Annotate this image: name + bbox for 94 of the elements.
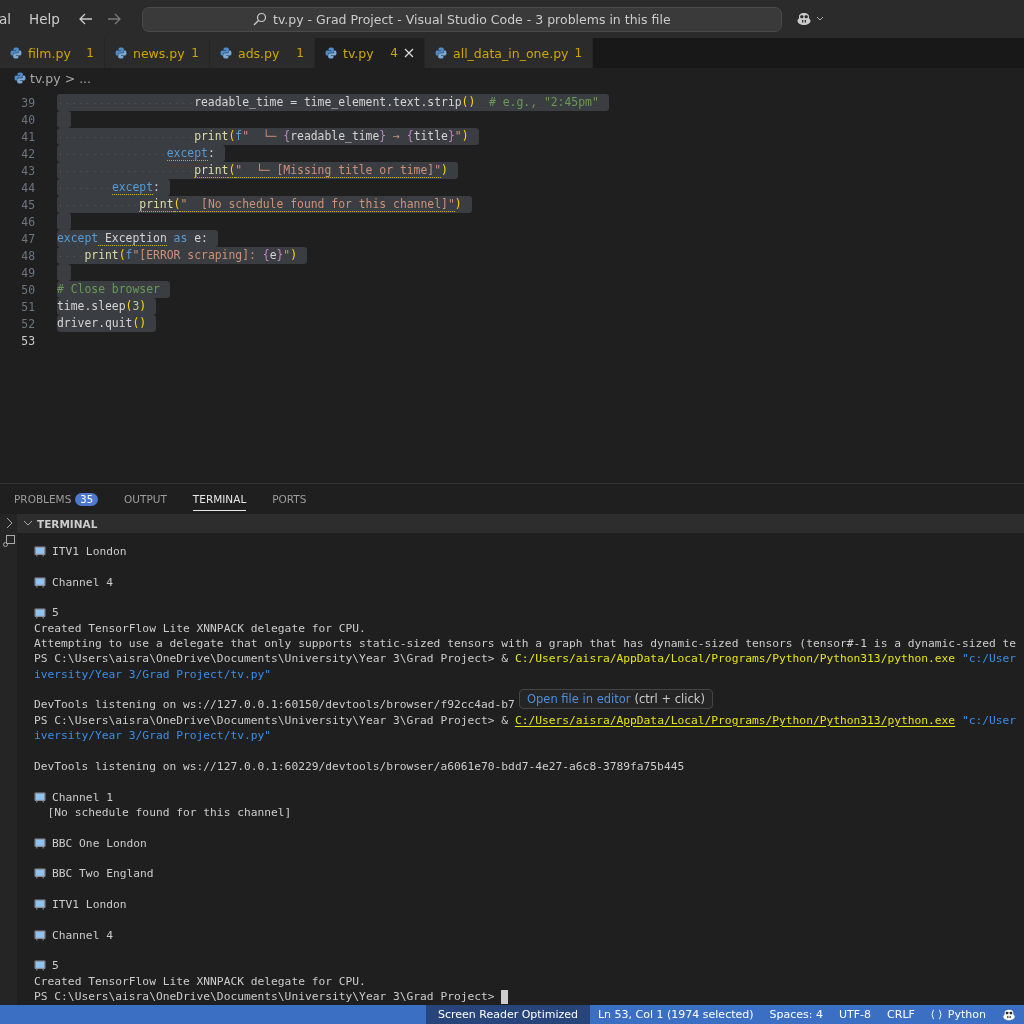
- terminal-prompt: PS C:\Users\aisra\OneDrive\Documents\University\Year 3\Grad Project>: [34, 988, 495, 1005]
- line-number: 42: [20, 146, 35, 161]
- terminal-path: "c:/User: [960, 651, 1017, 667]
- panel-tab[interactable]: PROBLEMS 35: [14, 486, 99, 512]
- terminal-output: Channel 4: [52, 574, 113, 591]
- terminal-output: [No schedule found for this channel]: [46, 804, 292, 821]
- line-number: 46: [20, 214, 35, 229]
- menu-item[interactable]: Help: [29, 11, 60, 27]
- language-mode[interactable]: Python: [922, 1005, 994, 1024]
- python-file-icon: [325, 47, 337, 59]
- line-number: 47: [20, 231, 35, 246]
- terminal-output: BBC One London: [52, 835, 147, 851]
- terminal-output: Channel 4: [52, 927, 113, 943]
- terminal-section-header[interactable]: TERMINAL: [17, 514, 1024, 533]
- television-icon: [34, 607, 46, 619]
- python-file-icon: [10, 47, 22, 59]
- television-icon: [34, 929, 46, 941]
- terminal-path: iversity/Year 3/Grad Project/tv.py": [34, 666, 272, 683]
- breadcrumb-item[interactable]: ...: [79, 70, 92, 86]
- terminal-output: 5: [52, 605, 59, 621]
- terminal-output: 5: [52, 958, 59, 974]
- terminal-output: Attempting to use a delegate that only supports static-sized tensors with a graph that has dynamic-sized tensors (tensor#-1 is a dynamic-sized te: [34, 636, 1017, 652]
- line-number: 41: [20, 129, 35, 144]
- chevron-down-icon: [815, 16, 824, 22]
- line-number: 50: [20, 282, 35, 297]
- television-icon: [34, 960, 46, 972]
- python-file-icon: [14, 72, 26, 84]
- terminal-path: "c:/User: [960, 712, 1017, 729]
- editor-tab[interactable]: film.py 1: [0, 38, 105, 68]
- executable-link[interactable]: C:/Users/aisra/AppData/Local/Programs/Python/Python313/python.exe: [514, 712, 956, 729]
- tooltip-hint: (ctrl + click): [634, 692, 705, 706]
- python-file-icon: [115, 47, 127, 59]
- braces-icon: [930, 1009, 942, 1020]
- python-file-icon: [435, 47, 447, 59]
- terminal-path: iversity/Year 3/Grad Project/tv.py": [34, 728, 272, 744]
- search-icon: [253, 12, 267, 26]
- chevron-right-icon[interactable]: [4, 517, 13, 529]
- line-number: 52: [20, 316, 35, 331]
- back-button[interactable]: [77, 11, 94, 27]
- editor-tab[interactable]: ads.py 1: [210, 38, 315, 68]
- close-icon[interactable]: [404, 48, 414, 58]
- panel-tab[interactable]: PORTS: [272, 487, 307, 511]
- status-item[interactable]: Spaces: 4: [761, 1005, 831, 1024]
- terminal-output: DevTools listening on ws://127.0.0.1:60229/devtools/browser/a6061e70-bdd7-4e27-a6c8-3789fa75b445: [34, 758, 685, 775]
- command-center[interactable]: tv.py - Grad Project - Visual Studio Code - 3 problems in this file: [141, 6, 782, 32]
- panel-tab[interactable]: TERMINAL: [192, 487, 247, 511]
- terminal-output: DevTools listening on ws://127.0.0.1:60150/devtools/browser/f92cc4ad-b7: [34, 697, 515, 713]
- copilot-icon: [1002, 1007, 1016, 1022]
- terminal-output: Created TensorFlow Lite XNNPACK delegate for CPU.: [34, 973, 366, 989]
- executable-link[interactable]: C:/Users/aisra/AppData/Local/Programs/Python/Python313/python.exe: [514, 651, 956, 667]
- python-file-icon: [220, 47, 232, 59]
- screen-reader-mode[interactable]: Screen Reader Optimized: [425, 1005, 590, 1024]
- terminal-output: ITV1 London: [52, 896, 127, 913]
- terminal-prompt: PS C:\Users\aisra\OneDrive\Documents\University\Year 3\Grad Project> &: [34, 651, 510, 667]
- television-icon: [34, 837, 46, 849]
- television-icon: [34, 868, 46, 880]
- status-item[interactable]: UTF-8: [831, 1005, 880, 1024]
- television-icon: [34, 899, 46, 911]
- television-icon: [34, 546, 46, 558]
- problem-count: 35: [75, 492, 99, 506]
- forward-button[interactable]: [105, 11, 122, 27]
- terminal-output: ITV1 London: [52, 544, 127, 560]
- copilot-icon: [795, 11, 812, 27]
- tooltip-link[interactable]: Open file in editor: [527, 692, 631, 706]
- terminal-output: Channel 1: [52, 789, 113, 805]
- editor-tab[interactable]: all_data_in_one.py 1: [425, 38, 594, 68]
- copilot-button[interactable]: [795, 11, 824, 27]
- line-number: 40: [20, 112, 35, 127]
- line-number: 48: [20, 248, 35, 263]
- line-number: 45: [20, 197, 35, 212]
- breadcrumb-item[interactable]: tv.py: [30, 70, 61, 86]
- status-item[interactable]: Ln 53, Col 1 (1974 selected): [590, 1005, 762, 1024]
- editor-tab[interactable]: news.py 1: [105, 38, 210, 68]
- line-number: 39: [20, 95, 35, 110]
- line-number: 43: [20, 163, 35, 178]
- line-number: 53: [20, 333, 35, 348]
- television-icon: [34, 576, 46, 588]
- television-icon: [34, 791, 46, 803]
- line-number: 49: [20, 265, 35, 280]
- arrow-right-icon: [105, 11, 122, 27]
- terminal-launch-icon[interactable]: [2, 535, 15, 547]
- status-item[interactable]: CRLF: [879, 1005, 923, 1024]
- terminal-output: Created TensorFlow Lite XNNPACK delegate for CPU.: [34, 620, 366, 637]
- terminal-output: BBC Two England: [52, 866, 154, 882]
- panel-tab[interactable]: OUTPUT: [124, 487, 167, 511]
- terminal-prompt: PS C:\Users\aisra\OneDrive\Documents\University\Year 3\Grad Project> &: [34, 712, 510, 729]
- menu-item[interactable]: al: [0, 11, 12, 27]
- breadcrumb-separator: >: [64, 70, 76, 86]
- line-number: 51: [20, 299, 35, 314]
- line-number: 44: [20, 180, 35, 195]
- editor-tab[interactable]: tv.py 4: [315, 38, 425, 68]
- section-title: TERMINAL: [37, 517, 98, 530]
- chevron-down-icon: [23, 520, 33, 527]
- arrow-left-icon: [77, 11, 94, 27]
